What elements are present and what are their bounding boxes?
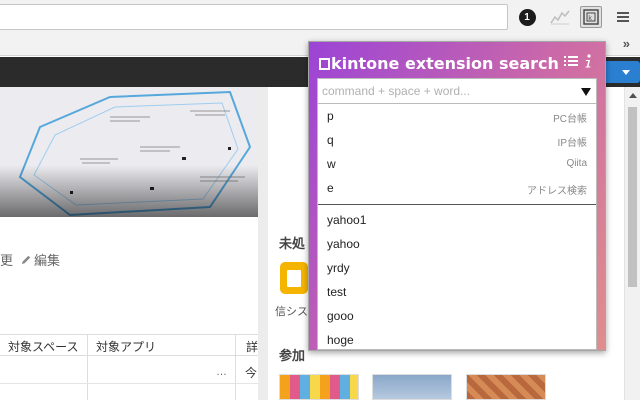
space-thumbnail[interactable]	[466, 374, 546, 400]
popup-title-text: kintone extension search	[331, 54, 559, 73]
participating-heading: 参加	[279, 348, 306, 363]
item-key: gooo	[327, 309, 354, 323]
item-key: w	[327, 157, 336, 171]
popup-title: kintone extension search	[319, 54, 559, 73]
scrollbar-thumb[interactable]	[628, 107, 637, 287]
truncated-action-label: 更	[0, 253, 14, 268]
list-settings-icon[interactable]	[564, 54, 578, 70]
list-item-bookmark[interactable]: yahoo1	[318, 208, 596, 232]
item-description: PC台帳	[553, 114, 587, 125]
scroll-up-arrow-icon[interactable]	[629, 93, 637, 98]
row-ellipsis: …	[216, 366, 227, 378]
space-banner-image	[0, 87, 258, 217]
browser-toolbar: 1 k	[0, 0, 640, 34]
item-description: IP台帳	[557, 138, 587, 149]
list-item-command[interactable]: e アドレス検索	[318, 176, 596, 200]
column-header-app[interactable]: 対象アプリ	[96, 338, 156, 355]
space-thumbnail[interactable]	[279, 374, 359, 400]
app-icon[interactable]	[280, 262, 308, 294]
kintone-search-popup: kintone extension search p PC台帳	[308, 41, 606, 351]
app-label[interactable]: 信シス	[275, 303, 308, 319]
svg-text:k: k	[588, 14, 592, 22]
column-header-detail[interactable]: 詳	[246, 338, 258, 355]
list-item-command[interactable]: p PC台帳	[318, 104, 596, 128]
item-key: yahoo	[327, 237, 360, 251]
address-bar[interactable]	[0, 4, 508, 30]
list-divider	[318, 204, 596, 205]
item-key: p	[327, 109, 334, 123]
item-key: yahoo1	[327, 213, 367, 227]
item-key: test	[327, 285, 347, 299]
extension-badge-button[interactable]: 1	[516, 6, 538, 28]
clipboard-icon	[287, 270, 301, 287]
list-item-bookmark[interactable]: test	[318, 280, 596, 304]
item-key: yrdy	[327, 261, 350, 275]
column-gutter	[258, 87, 268, 400]
edit-link[interactable]: 編集	[20, 250, 60, 269]
list-item-bookmark[interactable]: yrdy	[318, 256, 596, 280]
list-item-bookmark[interactable]: hoge	[318, 328, 596, 352]
info-icon[interactable]	[584, 54, 592, 72]
pencil-icon	[22, 255, 31, 264]
list-item-bookmark[interactable]: gooo	[318, 304, 596, 328]
column-header-space[interactable]: 対象スペース	[8, 338, 79, 355]
item-key: q	[327, 133, 334, 147]
square-icon	[319, 57, 330, 70]
popup-body: kintone extension search p PC台帳	[309, 42, 605, 350]
search-box	[317, 78, 597, 104]
edit-label: 編集	[34, 253, 61, 268]
space-thumbnail[interactable]	[372, 374, 452, 400]
item-description: アドレス検索	[527, 186, 587, 197]
suggestion-list: p PC台帳 q IP台帳 w Qiita e アドレス検索 yahoo1 ya…	[317, 104, 597, 350]
table-header-row: 対象スペース 対象アプリ 詳	[0, 334, 258, 400]
page-scrollbar[interactable]	[624, 87, 640, 400]
item-key: hoge	[327, 333, 354, 347]
kintone-extension-icon[interactable]: k	[580, 6, 602, 28]
bookmarks-more-button[interactable]: »	[623, 36, 630, 51]
item-description: Qiita	[566, 158, 587, 169]
badge-count: 1	[518, 8, 536, 26]
dropdown-caret-icon[interactable]	[581, 88, 591, 96]
unprocessed-heading: 未処	[279, 236, 306, 251]
item-key: e	[327, 181, 334, 195]
chart-extension-icon[interactable]	[549, 6, 571, 28]
search-input[interactable]	[318, 79, 574, 103]
row-cell-partial: 今	[245, 366, 258, 380]
browser-menu-icon[interactable]	[612, 6, 634, 28]
list-item-bookmark[interactable]: yahoo	[318, 232, 596, 256]
banner-shade	[0, 165, 258, 217]
list-item-command[interactable]: w Qiita	[318, 152, 596, 176]
list-item-command[interactable]: q IP台帳	[318, 128, 596, 152]
